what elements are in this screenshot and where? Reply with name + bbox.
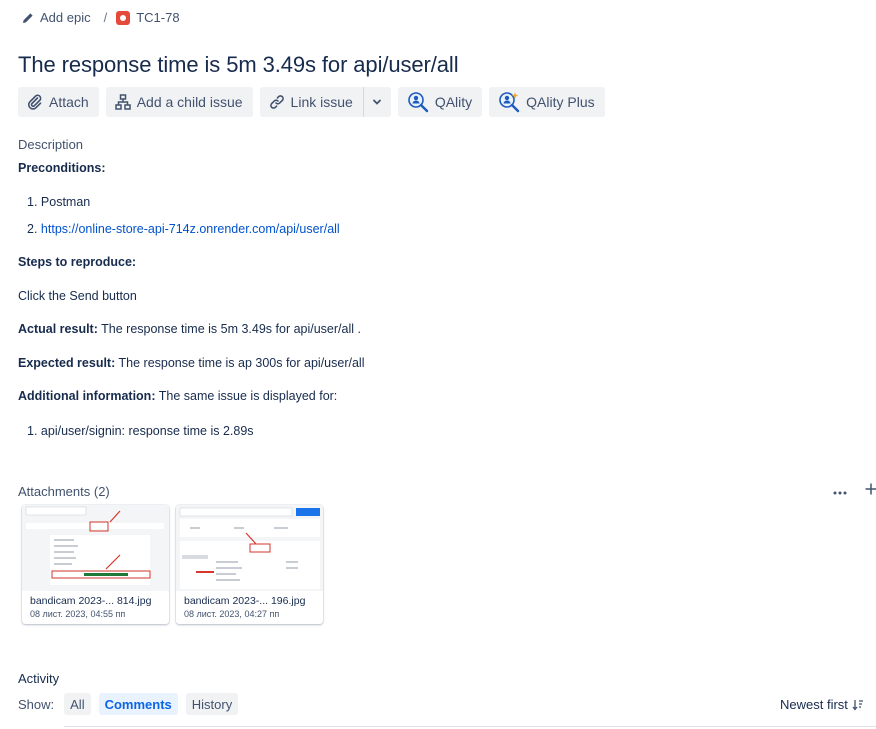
filter-history[interactable]: History bbox=[185, 693, 239, 715]
steps-text: Click the Send button bbox=[18, 289, 137, 303]
attachment-card[interactable]: bandicam 2023-... 196.jpg 08 лист. 2023,… bbox=[176, 505, 323, 624]
show-label: Show: bbox=[18, 696, 55, 712]
link-issue-dropdown[interactable] bbox=[362, 87, 391, 117]
issue-key-link[interactable]: TC1-78 bbox=[116, 10, 180, 25]
sort-icon bbox=[852, 699, 863, 711]
link-issue-split: Link issue bbox=[259, 87, 391, 117]
qality-icon bbox=[408, 92, 429, 113]
precondition-item: 1. Postman bbox=[27, 194, 90, 210]
preconditions-heading: Preconditions: bbox=[18, 160, 106, 176]
additional-item-text: api/user/signin: response time is 2.89s bbox=[40, 424, 254, 438]
add-epic-label: Add epic bbox=[40, 10, 91, 25]
expected-result: Expected result: The response time is ap… bbox=[18, 355, 364, 371]
steps-heading: Steps to reproduce: bbox=[18, 254, 136, 270]
expected-result-label: Expected result: bbox=[18, 356, 116, 370]
list-number: 1. bbox=[27, 195, 38, 209]
additional-information-text: The same issue is displayed for: bbox=[155, 389, 338, 403]
pencil-icon bbox=[23, 12, 33, 23]
qality-plus-label: QAlity Plus bbox=[526, 94, 595, 110]
attachment-thumbnail-image bbox=[22, 505, 169, 591]
issue-key: TC1-78 bbox=[136, 10, 180, 25]
steps-heading-text: Steps to reproduce: bbox=[18, 255, 137, 269]
qality-label: QAlity bbox=[434, 94, 473, 110]
activity-filter-bar: Show: All Comments History bbox=[18, 693, 246, 715]
precondition-item: 2. https://online-store-api-714z.onrende… bbox=[27, 221, 340, 237]
additional-information-label: Additional information: bbox=[18, 389, 156, 403]
attachment-date: 08 лист. 2023, 04:55 пп bbox=[30, 609, 126, 619]
breadcrumb-separator: / bbox=[103, 10, 108, 25]
attachment-name: bandicam 2023-... 196.jpg bbox=[184, 595, 306, 607]
attachments-actions bbox=[833, 482, 876, 500]
additional-item: 1. api/user/signin: response time is 2.8… bbox=[27, 423, 254, 439]
attachments-heading: Attachments (2) bbox=[18, 484, 110, 499]
attachment-name: bandicam 2023-... 814.jpg bbox=[30, 595, 152, 607]
list-number: 2. bbox=[27, 222, 38, 236]
preconditions-heading-text: Preconditions: bbox=[18, 161, 106, 175]
list-number: 1. bbox=[27, 424, 38, 438]
qality-plus-button[interactable]: QAlity Plus bbox=[489, 87, 605, 117]
more-icon[interactable] bbox=[833, 482, 847, 500]
add-epic-link[interactable]: Add epic bbox=[22, 10, 91, 25]
add-child-issue-button[interactable]: Add a child issue bbox=[105, 87, 253, 117]
hierarchy-icon bbox=[114, 94, 131, 110]
filter-comments[interactable]: Comments bbox=[98, 693, 178, 715]
activity-heading: Activity bbox=[18, 671, 60, 686]
description-label: Description bbox=[18, 137, 84, 152]
issue-toolbar: Attach Add a child issue Link issue QAli… bbox=[18, 87, 605, 117]
sort-order-button[interactable]: Newest first bbox=[780, 697, 864, 712]
issue-title[interactable]: The response time is 5m 3.49s for api/us… bbox=[18, 52, 459, 78]
bug-icon bbox=[116, 10, 131, 25]
link-issue-button[interactable]: Link issue bbox=[259, 87, 363, 117]
paperclip-icon bbox=[27, 94, 42, 110]
precondition-text: Postman bbox=[40, 195, 91, 209]
additional-information: Additional information: The same issue i… bbox=[18, 388, 337, 404]
attach-button[interactable]: Attach bbox=[18, 87, 99, 117]
attachment-date: 08 лист. 2023, 04:27 пп bbox=[184, 609, 280, 619]
activity-divider bbox=[64, 726, 876, 727]
qality-plus-icon bbox=[499, 92, 520, 113]
plus-icon[interactable] bbox=[865, 482, 876, 500]
actual-result-label: Actual result: bbox=[18, 322, 98, 336]
api-url-link[interactable]: https://online-store-api-714z.onrender.c… bbox=[41, 222, 340, 236]
attachment-card[interactable]: bandicam 2023-... 814.jpg 08 лист. 2023,… bbox=[22, 505, 169, 624]
link-icon bbox=[269, 95, 284, 109]
attach-label: Attach bbox=[49, 94, 89, 110]
actual-result: Actual result: The response time is 5m 3… bbox=[18, 321, 361, 337]
expected-result-text: The response time is ap 300s for api/use… bbox=[115, 356, 365, 370]
filter-all[interactable]: All bbox=[64, 693, 91, 715]
sort-label: Newest first bbox=[780, 697, 848, 712]
breadcrumb: Add epic / TC1-78 bbox=[22, 10, 180, 25]
actual-result-text: The response time is 5m 3.49s for api/us… bbox=[97, 322, 361, 336]
chevron-down-icon bbox=[373, 99, 382, 105]
add-child-issue-label: Add a child issue bbox=[136, 94, 243, 110]
link-issue-label: Link issue bbox=[290, 94, 353, 110]
qality-button[interactable]: QAlity bbox=[397, 87, 483, 117]
attachment-thumbnail-image bbox=[176, 505, 323, 591]
